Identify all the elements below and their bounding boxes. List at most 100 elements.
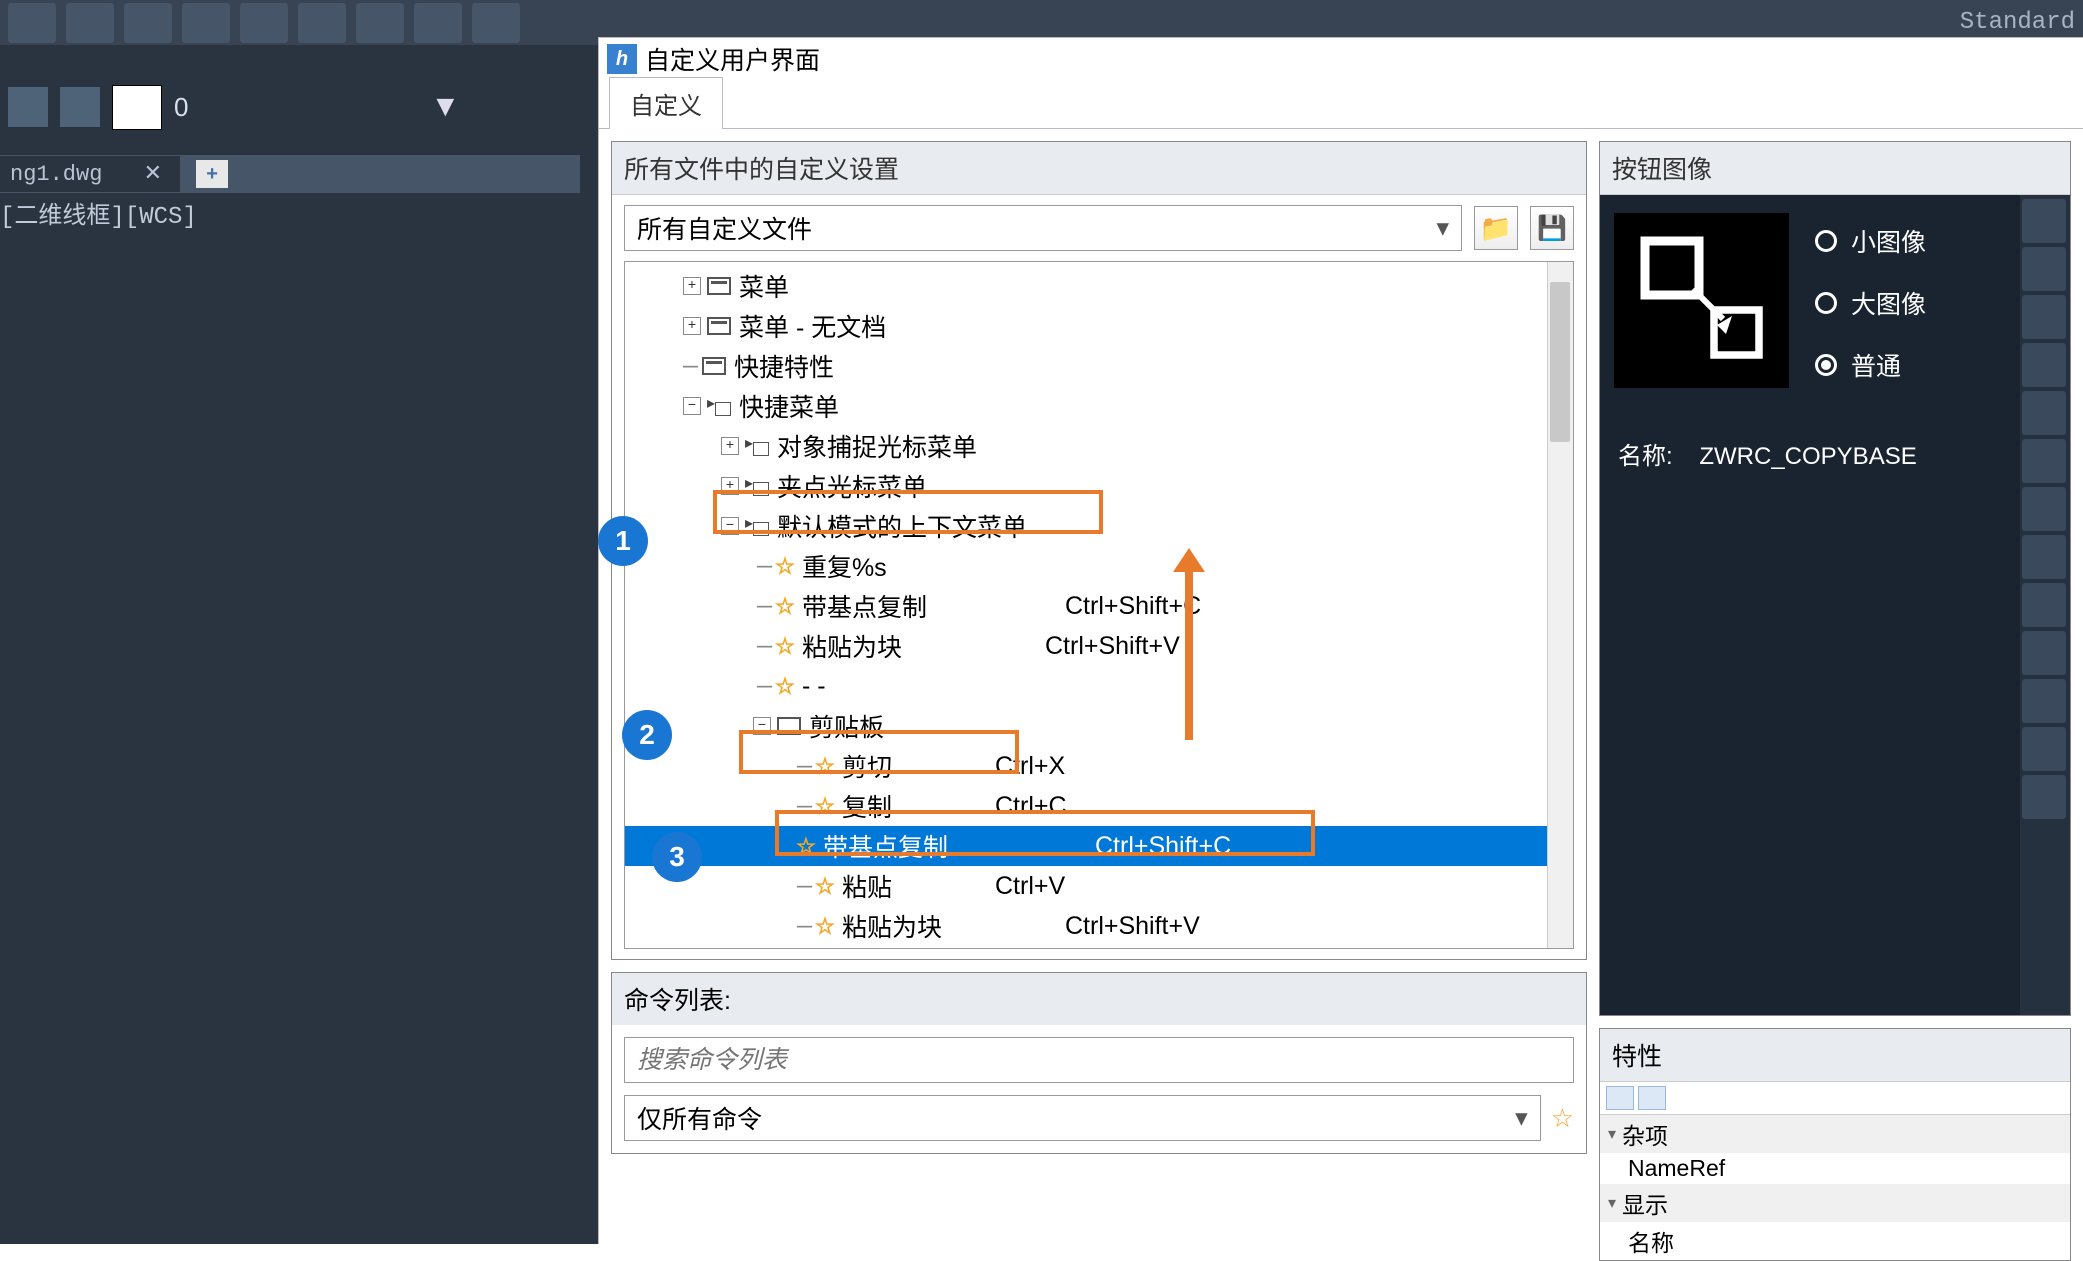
expander-icon[interactable]: + <box>683 277 701 295</box>
tree-node-copybase-selected[interactable]: ★带基点复制Ctrl+Shift+C <box>625 826 1573 866</box>
tree-node-copybase[interactable]: —★带基点复制Ctrl+Shift+C <box>625 586 1573 626</box>
clipboard-icon <box>777 717 801 735</box>
save-cui-file-button[interactable]: 💾 <box>1530 206 1574 250</box>
command-filter-selector[interactable]: 仅所有命令 <box>624 1095 1541 1141</box>
customization-tree[interactable]: +菜单 +菜单 - 无文档 —快捷特性 −快捷菜单 +对象捕捉光标菜单 +夹点光… <box>624 261 1574 949</box>
prop-category-misc[interactable]: ▾杂项 <box>1600 1115 2070 1153</box>
toolbar-icon[interactable] <box>356 3 404 43</box>
expander-icon[interactable]: + <box>683 317 701 335</box>
star-icon: ★ <box>776 674 794 699</box>
tree-node-default-context-menu[interactable]: −默认模式的上下文菜单 <box>625 506 1573 546</box>
menu-icon <box>707 317 731 335</box>
tool-icon[interactable] <box>2022 583 2066 627</box>
tree-node-pasteblock[interactable]: —★粘贴为块Ctrl+Shift+V <box>625 626 1573 666</box>
button-icon-preview <box>1614 213 1789 388</box>
tool-icon[interactable] <box>2022 199 2066 243</box>
tree-node-pasteorig[interactable]: —★粘贴到原坐标 <box>625 946 1573 949</box>
image-name-label: 名称: <box>1618 443 1673 470</box>
tree-node-menu[interactable]: +菜单 <box>625 266 1573 306</box>
expander-icon[interactable]: − <box>721 517 739 535</box>
props-sort-button[interactable] <box>1606 1086 1634 1110</box>
current-layer-name: 0 <box>174 92 188 123</box>
radio-icon <box>1815 354 1837 376</box>
caret-down-icon: ▾ <box>1608 1124 1616 1144</box>
expander-icon[interactable]: + <box>721 437 739 455</box>
tool-icon[interactable] <box>2022 535 2066 579</box>
tree-node-paste[interactable]: —★粘贴Ctrl+V <box>625 866 1573 906</box>
star-icon: ★ <box>816 794 834 819</box>
expander-icon[interactable]: + <box>721 477 739 495</box>
radio-normal-image[interactable]: 普通 <box>1815 347 1926 383</box>
current-layer-color[interactable] <box>112 85 162 130</box>
toolbar-icon[interactable] <box>124 3 172 43</box>
radio-small-image[interactable]: 小图像 <box>1815 223 1926 259</box>
tool-icon[interactable] <box>2022 295 2066 339</box>
toolbar-icon[interactable] <box>298 3 346 43</box>
tree-scrollbar[interactable] <box>1547 262 1573 948</box>
tree-node-clipboard[interactable]: −剪贴板 <box>625 706 1573 746</box>
scrollbar-thumb[interactable] <box>1550 282 1570 442</box>
toolbar-icon[interactable] <box>8 3 56 43</box>
tool-icon[interactable] <box>2022 631 2066 675</box>
favorite-star-icon[interactable]: ☆ <box>1551 1103 1574 1134</box>
tree-dash-icon: — <box>797 912 812 941</box>
tree-node-shortcut-menu[interactable]: −快捷菜单 <box>625 386 1573 426</box>
shortcut-label: Ctrl+C <box>995 792 1067 821</box>
shortcut-label: Ctrl+X <box>995 752 1065 781</box>
tree-node-menu-nodoc[interactable]: +菜单 - 无文档 <box>625 306 1573 346</box>
shortcut-menu-icon <box>745 516 769 536</box>
toolbar-icon[interactable] <box>66 3 114 43</box>
drawing-tab[interactable]: ng1.dwg ✕ <box>0 156 180 192</box>
expander-icon[interactable]: − <box>683 397 701 415</box>
tree-node-copy[interactable]: —★复制Ctrl+C <box>625 786 1573 826</box>
radio-large-image[interactable]: 大图像 <box>1815 285 1926 321</box>
tool-icon[interactable] <box>2022 727 2066 771</box>
close-tab-icon[interactable]: ✕ <box>144 162 162 187</box>
prop-label: NameRef <box>1628 1155 1725 1182</box>
command-search-input[interactable] <box>624 1037 1574 1083</box>
star-icon: ★ <box>816 914 834 939</box>
tree-dash-icon: — <box>757 592 772 621</box>
tree-node-grip-menu[interactable]: +夹点光标菜单 <box>625 466 1573 506</box>
toolbar-icon[interactable] <box>472 3 520 43</box>
cui-file-selector[interactable]: 所有自定义文件 <box>624 205 1462 251</box>
tree-dash-icon: — <box>683 352 698 381</box>
tree-node-repeat[interactable]: —★重复%s <box>625 546 1573 586</box>
toolbar-icon[interactable] <box>182 3 230 43</box>
tree-node-separator[interactable]: —★- - <box>625 666 1573 706</box>
prop-category-display[interactable]: ▾显示 <box>1600 1184 2070 1222</box>
copybase-icon <box>1627 226 1777 376</box>
tree-node-pasteblock2[interactable]: —★粘贴为块Ctrl+Shift+V <box>625 906 1573 946</box>
annotation-badge-3: 3 <box>652 832 702 882</box>
layer-dropdown-arrow[interactable]: ▼ <box>430 90 460 124</box>
layer-tool-icon[interactable] <box>60 87 100 127</box>
tool-icon[interactable] <box>2022 775 2066 819</box>
tool-icon[interactable] <box>2022 343 2066 387</box>
tree-dash-icon: — <box>797 792 812 821</box>
props-sort-button[interactable] <box>1638 1086 1666 1110</box>
open-cui-file-button[interactable]: 📁 <box>1474 206 1518 250</box>
expander-icon[interactable]: − <box>753 717 771 735</box>
tree-node-osnap-menu[interactable]: +对象捕捉光标菜单 <box>625 426 1573 466</box>
new-tab-button[interactable]: + <box>196 160 228 188</box>
tree-node-cut[interactable]: —★剪切Ctrl+X <box>625 746 1573 786</box>
cui-file-selector-label: 所有自定义文件 <box>637 210 812 246</box>
folder-icon: 📁 <box>1480 213 1512 244</box>
tool-icon[interactable] <box>2022 247 2066 291</box>
customizations-panel-header: 所有文件中的自定义设置 <box>612 142 1586 195</box>
tool-icon[interactable] <box>2022 391 2066 435</box>
tool-icon[interactable] <box>2022 487 2066 531</box>
tab-customize[interactable]: 自定义 <box>609 77 723 129</box>
toolbar-icon[interactable] <box>414 3 462 43</box>
shortcut-label: Ctrl+Shift+C <box>1065 592 1201 621</box>
prop-row-nameref[interactable]: NameRef <box>1600 1153 2070 1184</box>
tool-icon[interactable] <box>2022 679 2066 723</box>
prop-row-name[interactable]: 名称 <box>1600 1222 2070 1260</box>
tool-icon[interactable] <box>2022 439 2066 483</box>
shortcut-label: Ctrl+Shift+V <box>1045 632 1180 661</box>
toolbar-icon[interactable] <box>240 3 288 43</box>
tree-node-quick-props[interactable]: —快捷特性 <box>625 346 1573 386</box>
star-icon: ★ <box>776 554 794 579</box>
layer-tool-icon[interactable] <box>8 87 48 127</box>
radio-label: 普通 <box>1851 347 1901 383</box>
